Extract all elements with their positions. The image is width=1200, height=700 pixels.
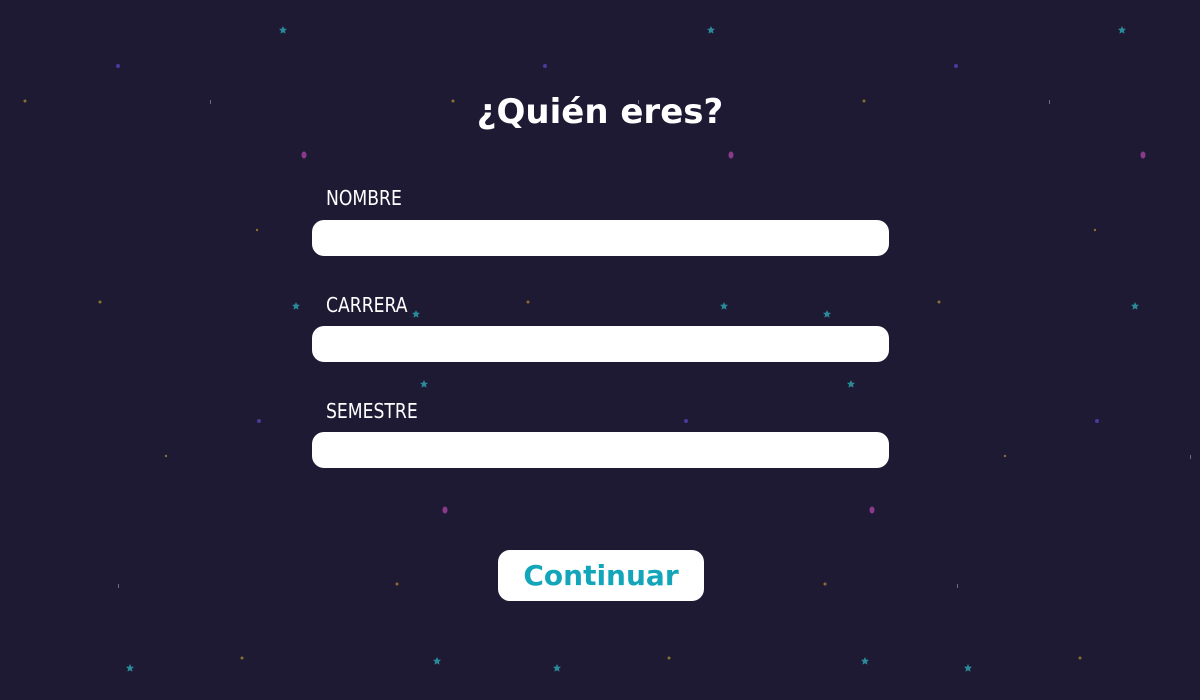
star-icon (126, 664, 134, 672)
dot-icon (1078, 656, 1082, 660)
star-icon (433, 657, 441, 665)
nombre-input[interactable] (312, 220, 889, 256)
carrera-label: CARRERA (326, 293, 408, 317)
dot-icon (301, 151, 307, 159)
dot-icon (937, 300, 941, 304)
dot-icon (1095, 419, 1099, 423)
semestre-input[interactable] (312, 432, 889, 468)
dot-icon (442, 506, 448, 514)
star-icon (553, 664, 561, 672)
spark-icon (1190, 455, 1191, 459)
nombre-label: NOMBRE (326, 186, 402, 210)
dot-icon (98, 300, 102, 304)
star-icon (720, 302, 728, 310)
spark-icon (957, 584, 958, 588)
dot-icon (116, 64, 120, 68)
star-icon (964, 664, 972, 672)
carrera-input[interactable] (312, 326, 889, 362)
dot-icon (526, 300, 530, 304)
continue-button[interactable]: Continuar (498, 550, 704, 601)
dot-icon (543, 64, 547, 68)
star-icon (1118, 26, 1126, 34)
star-icon (412, 310, 420, 318)
dot-icon (667, 656, 671, 660)
dot-icon (164, 454, 168, 458)
star-icon (707, 26, 715, 34)
dot-icon (728, 151, 734, 159)
dot-icon (684, 419, 688, 423)
page-title: ¿Quién eres? (476, 92, 724, 132)
dot-icon (954, 64, 958, 68)
star-icon (279, 26, 287, 34)
dot-icon (395, 582, 399, 586)
dot-icon (240, 656, 244, 660)
dot-icon (869, 506, 875, 514)
dot-icon (823, 582, 827, 586)
star-icon (847, 380, 855, 388)
star-icon (861, 657, 869, 665)
star-icon (1131, 302, 1139, 310)
semestre-label: SEMESTRE (326, 399, 418, 423)
dot-icon (1003, 454, 1007, 458)
dot-icon (1093, 228, 1097, 232)
dot-icon (1140, 151, 1146, 159)
star-icon (420, 380, 428, 388)
spark-icon (118, 584, 119, 588)
star-icon (292, 302, 300, 310)
star-icon (823, 310, 831, 318)
dot-icon (255, 228, 259, 232)
dot-icon (257, 419, 261, 423)
